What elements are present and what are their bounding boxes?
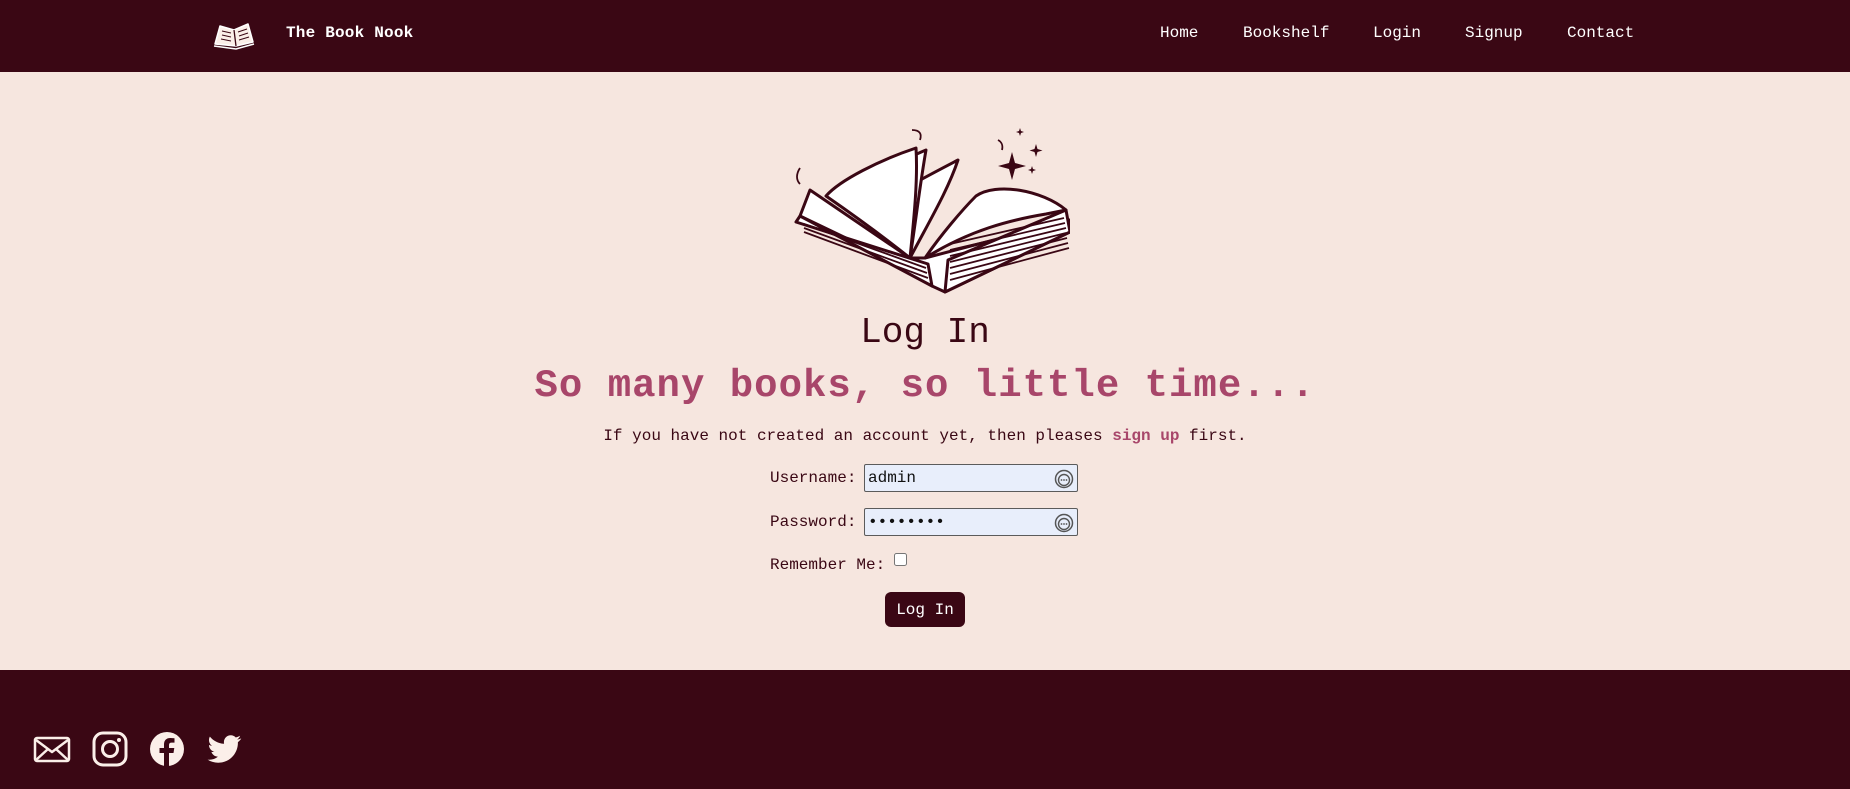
nav-signup[interactable]: Signup (1465, 24, 1523, 42)
remember-label: Remember Me: (770, 556, 886, 574)
password-manager-icon[interactable] (1054, 469, 1074, 489)
signup-note-tail: first. (1179, 427, 1247, 445)
facebook-icon[interactable] (148, 730, 186, 768)
twitter-icon[interactable] (205, 730, 243, 768)
tagline: So many books, so little time... (534, 364, 1316, 408)
mail-icon[interactable] (33, 730, 71, 768)
site-header: The Book Nook Home Bookshelf Login Signu… (0, 0, 1850, 72)
instagram-icon[interactable] (91, 730, 129, 768)
login-section: Log In So many books, so little time... … (0, 72, 1850, 670)
signup-note-text: If you have not created an account yet, … (603, 427, 1113, 445)
signup-note: If you have not created an account yet, … (0, 427, 1850, 445)
password-label: Password: (770, 513, 857, 531)
login-button[interactable]: Log In (885, 592, 965, 627)
username-input[interactable]: admin (864, 464, 1078, 492)
open-book-sparkles-illustration (794, 128, 1070, 294)
page-title: Log In (860, 312, 990, 353)
main-nav: Home Bookshelf Login Signup Contact (0, 24, 1850, 48)
nav-login[interactable]: Login (1373, 24, 1421, 42)
password-manager-icon[interactable] (1054, 513, 1074, 533)
password-input[interactable]: •••••••• (864, 508, 1078, 536)
site-footer (0, 670, 1850, 789)
username-label: Username: (770, 469, 857, 487)
signup-link[interactable]: sign up (1112, 427, 1179, 445)
remember-checkbox[interactable] (894, 553, 907, 566)
nav-home[interactable]: Home (1160, 24, 1198, 42)
nav-bookshelf[interactable]: Bookshelf (1243, 24, 1329, 42)
nav-contact[interactable]: Contact (1567, 24, 1634, 42)
